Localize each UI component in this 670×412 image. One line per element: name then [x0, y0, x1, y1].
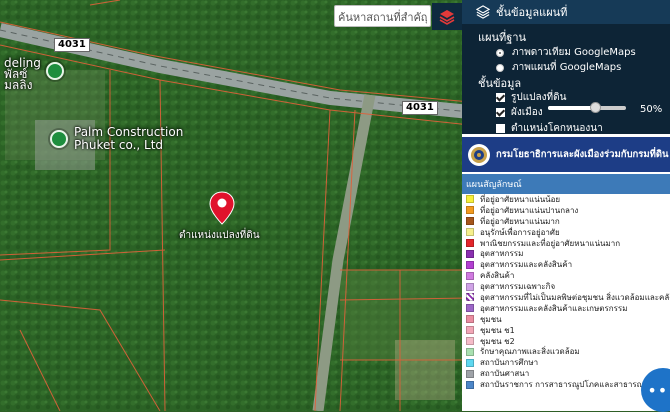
checkbox[interactable] [496, 93, 505, 102]
opacity-slider[interactable] [548, 102, 626, 113]
basemap-option-label: ภาพแผนที่ GoogleMaps [512, 62, 622, 73]
layer-label: ผังเมือง [511, 107, 543, 118]
poi-deling-label: deling พัลซ์ มลลิง [4, 56, 41, 92]
legend-swatch [466, 304, 474, 313]
layer-parcels[interactable]: รูปแปลงที่ดิน [496, 90, 566, 105]
checkbox[interactable] [496, 108, 505, 117]
layer-cityplan[interactable]: ผังเมือง [496, 105, 543, 120]
legend-label: อุตสาหกรรมและคลังสินค้าและเกษตรกรรม [480, 303, 628, 313]
opacity-slider-handle[interactable] [589, 102, 601, 113]
legend-swatch [466, 358, 474, 367]
basemap-section-title: แผนที่ฐาน [478, 31, 527, 44]
legend-swatch [466, 337, 474, 346]
place-pin-icon [46, 62, 64, 80]
legend-swatch [466, 282, 474, 291]
legend-swatch [466, 217, 474, 226]
opacity-value: 50% [640, 104, 663, 115]
legend-swatch [466, 206, 474, 215]
search-input[interactable] [335, 7, 430, 28]
layer-panel: ชั้นข้อมูลแผนที่ แผนที่ฐาน ภาพดาวเทียม G… [462, 0, 670, 411]
emblem-icon [471, 146, 487, 163]
poi-pin-deling[interactable] [46, 62, 64, 80]
legend-swatch [466, 271, 474, 280]
department-banner: กรมโยธาธิการและผังเมืองร่วมกับกรมที่ดิน [462, 137, 670, 172]
legend-swatch [466, 293, 474, 302]
road-shield: 4031 [54, 38, 90, 52]
legend-swatch [466, 369, 474, 378]
legend-swatch [466, 347, 474, 356]
department-logo [468, 143, 490, 166]
poi-palm-construction-label: Palm Construction Phuket co., Ltd [74, 125, 184, 152]
layer-label: รูปแปลงที่ดิน [511, 92, 567, 103]
legend-header: แผนสัญลักษณ์ [462, 174, 670, 194]
search-box[interactable] [334, 5, 431, 28]
road-shield: 4031 [402, 101, 438, 115]
legend-swatch [466, 260, 474, 269]
poi-palm-construction[interactable]: Palm Construction Phuket co., Ltd [50, 126, 183, 152]
basemap-option-map[interactable]: ภาพแผนที่ GoogleMaps [496, 60, 621, 75]
layer-panel-controls: ชั้นข้อมูลแผนที่ แผนที่ฐาน ภาพดาวเทียม G… [462, 0, 670, 134]
legend-list: ที่อยู่อาศัยหนาแน่นน้อย ที่อยู่อาศัยหนาแน… [462, 194, 670, 411]
layers-toggle-button[interactable] [432, 3, 462, 30]
checkbox[interactable] [496, 124, 505, 133]
panel-title: ชั้นข้อมูลแผนที่ [496, 6, 568, 19]
legend-swatch [466, 315, 474, 324]
radio-button[interactable] [496, 48, 504, 57]
legend-swatch [466, 228, 474, 237]
layers-icon [476, 5, 490, 19]
place-pin-icon [50, 130, 68, 148]
department-name: กรมโยธาธิการและผังเมืองร่วมกับกรมที่ดิน [496, 149, 669, 160]
panel-header[interactable]: ชั้นข้อมูลแผนที่ [462, 0, 670, 24]
legend-swatch [466, 195, 474, 204]
legend-swatch [466, 249, 474, 258]
opacity-slider-fill [548, 106, 595, 110]
legend-swatch [466, 239, 474, 247]
layer-khoknongna[interactable]: ตำแหน่งโคกหนองนา [496, 121, 603, 136]
legend-swatch [466, 326, 474, 335]
basemap-option-label: ภาพดาวเทียม GoogleMaps [512, 47, 636, 58]
poi-deling[interactable]: deling พัลซ์ มลลิง [4, 56, 41, 92]
legend-swatch [466, 380, 474, 389]
legend-item: สถาบันราชการ การสาธารณูปโภคและสาธารณูปกา… [462, 379, 670, 390]
marker-label: ตำแหน่งแปลงที่ดิน [179, 230, 260, 241]
layer-label: ตำแหน่งโคกหนองนา [511, 123, 603, 134]
location-marker-icon[interactable] [209, 191, 235, 225]
legend-label: สถาบันราชการ การสาธารณูปโภคและสาธารณูปกา… [480, 380, 663, 390]
radio-button[interactable] [496, 63, 504, 72]
basemap-option-satellite[interactable]: ภาพดาวเทียม GoogleMaps [496, 45, 636, 60]
layers-icon [439, 9, 455, 25]
